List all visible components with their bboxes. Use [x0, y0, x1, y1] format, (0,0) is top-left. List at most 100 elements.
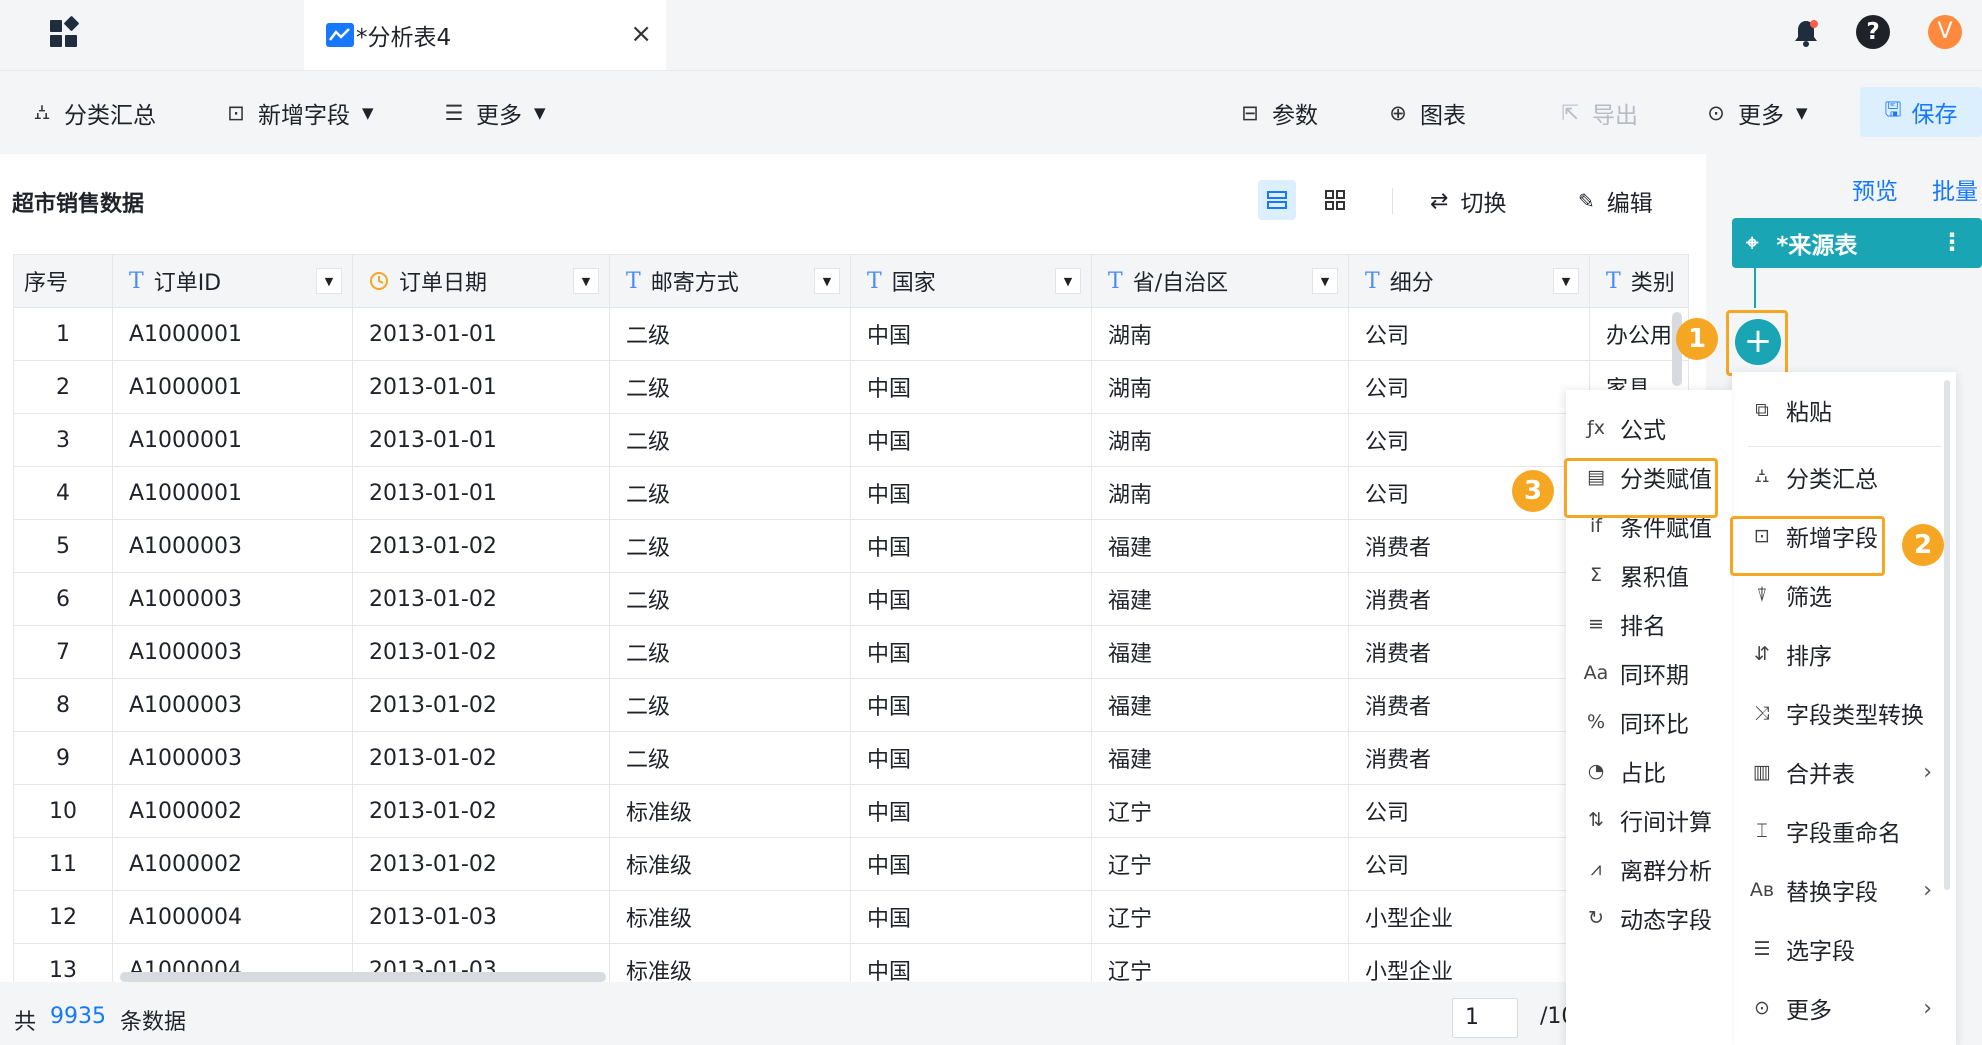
table-cell[interactable]: 福建: [1091, 731, 1349, 785]
table-cell[interactable]: 2013-01-02: [352, 784, 610, 838]
menu-item-group-summary[interactable]: ⛼ 分类汇总: [1732, 454, 1956, 500]
table-cell[interactable]: 标准级: [609, 784, 851, 838]
table-cell[interactable]: 2013-01-02: [352, 519, 610, 573]
menu-scrollbar[interactable]: [1944, 380, 1950, 890]
table-cell[interactable]: 湖南: [1091, 413, 1349, 467]
table-cell[interactable]: 二级: [609, 625, 851, 679]
menu-item-paste[interactable]: ⧉ 粘贴: [1732, 387, 1956, 433]
more-right-button[interactable]: ⊙ 更多 ▼: [1704, 93, 1807, 133]
menu-item-sort[interactable]: ⇵ 排序: [1732, 631, 1956, 677]
add-field-button[interactable]: ⊡ 新增字段 ▼: [224, 93, 373, 133]
menu-item-rank[interactable]: ≡ 排名: [1566, 601, 1732, 647]
table-cell[interactable]: 公司: [1348, 307, 1590, 361]
table-cell[interactable]: 二级: [609, 360, 851, 414]
table-cell[interactable]: 湖南: [1091, 360, 1349, 414]
table-cell[interactable]: A1000001: [112, 360, 353, 414]
table-cell[interactable]: 二级: [609, 572, 851, 626]
table-cell[interactable]: A1000003: [112, 625, 353, 679]
table-cell[interactable]: 二级: [609, 731, 851, 785]
table-cell[interactable]: 公司: [1348, 413, 1590, 467]
menu-item-formula[interactable]: ƒx 公式: [1566, 405, 1732, 451]
table-cell[interactable]: 中国: [850, 678, 1092, 732]
table-cell[interactable]: 1: [13, 307, 113, 361]
table-cell[interactable]: 中国: [850, 572, 1092, 626]
menu-item-merge-table[interactable]: ▥ 合并表 ›: [1732, 749, 1956, 795]
edit-button[interactable]: ✎ 编辑: [1578, 184, 1653, 218]
table-cell[interactable]: 公司: [1348, 784, 1590, 838]
menu-item-more[interactable]: ⊙ 更多 ›: [1732, 985, 1956, 1031]
table-cell[interactable]: A1000002: [112, 784, 353, 838]
table-cell[interactable]: 消费者: [1348, 678, 1590, 732]
table-cell[interactable]: 5: [13, 519, 113, 573]
horizontal-scrollbar[interactable]: [120, 972, 606, 982]
table-cell[interactable]: 6: [13, 572, 113, 626]
table-cell[interactable]: 标准级: [609, 890, 851, 944]
table-cell[interactable]: 中国: [850, 466, 1092, 520]
menu-item-row-calc[interactable]: ⇅ 行间计算: [1566, 797, 1732, 843]
grid-view-button[interactable]: [1316, 180, 1354, 220]
column-menu-dropdown[interactable]: ▼: [316, 268, 342, 294]
column-header-order-date[interactable]: 订单日期 ▼: [352, 254, 610, 308]
table-cell[interactable]: 10: [13, 784, 113, 838]
table-cell[interactable]: 福建: [1091, 678, 1349, 732]
table-cell[interactable]: A1000003: [112, 678, 353, 732]
tab-analysis-sheet[interactable]: *分析表4 ×: [304, 0, 666, 70]
column-header-segment[interactable]: T 细分 ▼: [1348, 254, 1590, 308]
preview-link[interactable]: 预览: [1852, 172, 1898, 206]
table-cell[interactable]: 4: [13, 466, 113, 520]
table-cell[interactable]: 福建: [1091, 572, 1349, 626]
table-cell[interactable]: 辽宁: [1091, 890, 1349, 944]
table-cell[interactable]: 2013-01-01: [352, 307, 610, 361]
table-cell[interactable]: 二级: [609, 307, 851, 361]
column-menu-dropdown[interactable]: ▼: [814, 268, 840, 294]
table-cell[interactable]: 12: [13, 890, 113, 944]
table-cell[interactable]: 中国: [850, 625, 1092, 679]
table-cell[interactable]: 2013-01-01: [352, 413, 610, 467]
menu-item-outlier[interactable]: ⩘ 离群分析: [1566, 846, 1732, 892]
table-cell[interactable]: 二级: [609, 519, 851, 573]
table-cell[interactable]: 公司: [1348, 837, 1590, 891]
page-number-input[interactable]: 1: [1452, 998, 1518, 1038]
menu-item-filter[interactable]: ⍒ 筛选: [1732, 572, 1956, 618]
table-cell[interactable]: 2013-01-03: [352, 890, 610, 944]
column-header-order-id[interactable]: T 订单ID ▼: [112, 254, 353, 308]
table-cell[interactable]: 9: [13, 731, 113, 785]
table-cell[interactable]: 标准级: [609, 837, 851, 891]
table-cell[interactable]: 中国: [850, 307, 1092, 361]
list-view-button[interactable]: [1258, 180, 1296, 220]
switch-button[interactable]: ⇄ 切换: [1430, 184, 1506, 218]
table-cell[interactable]: 公司: [1348, 360, 1590, 414]
table-cell[interactable]: 2013-01-02: [352, 572, 610, 626]
table-cell[interactable]: A1000001: [112, 413, 353, 467]
table-cell[interactable]: 7: [13, 625, 113, 679]
column-menu-dropdown[interactable]: ▼: [1312, 268, 1338, 294]
menu-item-type-convert[interactable]: ⤨ 字段类型转换: [1732, 690, 1956, 736]
kebab-menu-icon[interactable]: ⋮: [1940, 228, 1964, 256]
table-cell[interactable]: 消费者: [1348, 572, 1590, 626]
column-header-country[interactable]: T 国家 ▼: [850, 254, 1092, 308]
close-icon[interactable]: ×: [630, 16, 652, 52]
table-cell[interactable]: A1000003: [112, 731, 353, 785]
table-cell[interactable]: 中国: [850, 360, 1092, 414]
column-header-province[interactable]: T 省/自治区 ▼: [1091, 254, 1349, 308]
table-cell[interactable]: A1000004: [112, 890, 353, 944]
menu-item-replace-field[interactable]: Aв 替换字段 ›: [1732, 867, 1956, 913]
table-cell[interactable]: 辽宁: [1091, 784, 1349, 838]
table-cell[interactable]: 中国: [850, 837, 1092, 891]
table-cell[interactable]: A1000001: [112, 307, 353, 361]
table-cell[interactable]: 2013-01-02: [352, 625, 610, 679]
export-button[interactable]: ⇱ 导出: [1558, 93, 1638, 133]
menu-item-rename[interactable]: ⌶ 字段重命名: [1732, 808, 1956, 854]
table-cell[interactable]: 中国: [850, 784, 1092, 838]
table-cell[interactable]: 消费者: [1348, 625, 1590, 679]
table-cell[interactable]: 2013-01-02: [352, 678, 610, 732]
table-cell[interactable]: 2013-01-02: [352, 837, 610, 891]
table-cell[interactable]: 2013-01-01: [352, 466, 610, 520]
column-menu-dropdown[interactable]: ▼: [1553, 268, 1579, 294]
menu-item-cumulative[interactable]: Σ 累积值: [1566, 552, 1732, 598]
apps-grid-icon[interactable]: [44, 14, 84, 54]
avatar[interactable]: V: [1928, 15, 1962, 49]
table-cell[interactable]: 辽宁: [1091, 837, 1349, 891]
table-cell[interactable]: 二级: [609, 678, 851, 732]
menu-item-dynamic-field[interactable]: ↻ 动态字段: [1566, 895, 1732, 941]
